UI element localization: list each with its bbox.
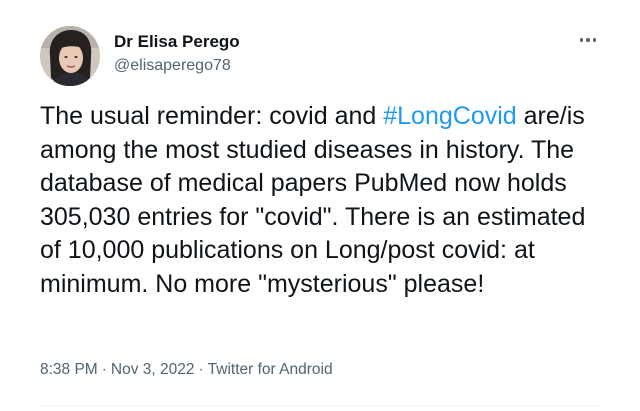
more-horizontal-icon[interactable]	[574, 30, 602, 50]
tweet-time[interactable]: 8:38 PM	[40, 361, 98, 378]
hashtag-link[interactable]: #LongCovid	[383, 102, 516, 130]
divider	[40, 405, 602, 406]
tweet-card: Dr Elisa Perego @elisaperego78 The usual…	[0, 0, 640, 411]
author-display-name[interactable]: Dr Elisa Perego	[114, 32, 240, 52]
author-info: Dr Elisa Perego @elisaperego78	[114, 32, 240, 76]
more-dot	[586, 38, 590, 42]
tweet-text-before: The usual reminder: covid and	[40, 102, 384, 130]
more-dot	[592, 38, 597, 42]
more-dot	[579, 38, 584, 42]
tweet-text-after: are/is among the most studied diseases i…	[40, 102, 586, 298]
meta-separator: ·	[198, 361, 204, 378]
avatar-image	[40, 26, 100, 86]
tweet-meta: 8:38 PM · Nov 3, 2022 · Twitter for Android	[40, 360, 333, 380]
meta-separator: ·	[101, 361, 107, 378]
tweet-text: The usual reminder: covid and #LongCovid…	[40, 100, 600, 301]
tweet-source[interactable]: Twitter for Android	[208, 361, 333, 378]
avatar[interactable]	[40, 26, 100, 86]
tweet-date[interactable]: Nov 3, 2022	[111, 361, 195, 378]
author-handle[interactable]: @elisaperego78	[114, 56, 240, 76]
